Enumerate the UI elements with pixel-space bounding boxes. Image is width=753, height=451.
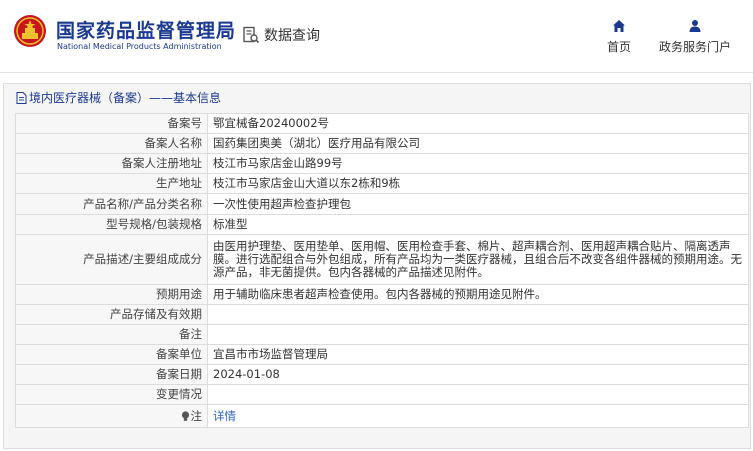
field-value <box>207 324 749 345</box>
table-row: 预期用途 用于辅助临床患者超声检查使用。包内各器械的预期用途见附件。 <box>15 284 749 305</box>
panel-title-text: 境内医疗器械（备案）——基本信息 <box>29 91 222 105</box>
note-label-text: 注 <box>190 408 203 423</box>
field-label: 产品名称/产品分类名称 <box>15 193 208 215</box>
data-query-label: 数据查询 <box>264 28 320 44</box>
field-label: 生产地址 <box>15 173 208 194</box>
document-icon <box>16 91 27 104</box>
field-value: 鄂宜械备20240002号 <box>207 113 749 134</box>
site-header: 国家药品监督管理局 National Medical Products Admi… <box>0 0 753 73</box>
national-emblem-icon <box>14 15 46 47</box>
field-label: 型号规格/包装规格 <box>15 214 208 235</box>
user-icon <box>689 20 701 32</box>
nav-home-label: 首页 <box>606 40 631 54</box>
table-row: 注 详情 <box>15 404 749 428</box>
field-label: 备注 <box>15 324 208 345</box>
brand-title-cn[interactable]: 国家药品监督管理局 <box>56 16 236 43</box>
field-value: 2024-01-08 <box>207 364 749 385</box>
data-query-heading: 数据查询 <box>242 25 320 45</box>
field-value: 由医用护理垫、医用垫单、医用帽、医用检查手套、棉片、超声耦合剂、医用超声耦合贴片… <box>207 234 749 285</box>
table-row: 备案人名称 国药集团奥美（湖北）医疗用品有限公司 <box>15 133 749 154</box>
table-row: 生产地址 枝江市马家店金山大道以东2栋和9栋 <box>15 173 749 194</box>
field-value: 详情 <box>207 404 749 428</box>
field-value: 国药集团奥美（湖北）医疗用品有限公司 <box>207 133 749 154</box>
table-row: 备案号 鄂宜械备20240002号 <box>15 113 749 134</box>
table-row: 备案单位 宜昌市市场监督管理局 <box>15 344 749 365</box>
field-value: 枝江市马家店金山大道以东2栋和9栋 <box>207 173 749 194</box>
field-value <box>207 304 749 325</box>
field-value: 一次性使用超声检查护理包 <box>207 193 749 215</box>
field-label: 变更情况 <box>15 384 208 405</box>
table-row: 型号规格/包装规格 标准型 <box>15 214 749 235</box>
nav-gov-services-label: 政务服务门户 <box>658 40 731 54</box>
table-row: 产品名称/产品分类名称 一次性使用超声检查护理包 <box>15 193 749 215</box>
field-value: 用于辅助临床患者超声检查使用。包内各器械的预期用途见附件。 <box>207 284 749 305</box>
field-value: 宜昌市市场监督管理局 <box>207 344 749 365</box>
record-detail-panel: 境内医疗器械（备案）——基本信息 备案号 鄂宜械备20240002号 备案人名称… <box>3 83 751 449</box>
home-icon <box>613 20 625 32</box>
table-row: 备案人注册地址 枝江市马家店金山路99号 <box>15 153 749 174</box>
field-label: 产品描述/主要组成成分 <box>15 234 208 285</box>
table-row: 备案日期 2024-01-08 <box>15 364 749 385</box>
brand-title-en[interactable]: National Medical Products Administration <box>57 42 222 51</box>
note-label: 注 <box>15 404 208 428</box>
record-info-table: 备案号 鄂宜械备20240002号 备案人名称 国药集团奥美（湖北）医疗用品有限… <box>15 113 749 428</box>
details-link[interactable]: 详情 <box>213 409 236 423</box>
field-label: 备案日期 <box>15 364 208 385</box>
field-label: 预期用途 <box>15 284 208 305</box>
nav-gov-services[interactable]: 政务服务门户 <box>656 19 734 55</box>
field-label: 产品存储及有效期 <box>15 304 208 325</box>
field-value: 标准型 <box>207 214 749 235</box>
field-value <box>207 384 749 405</box>
lightbulb-icon <box>181 410 189 421</box>
field-label: 备案号 <box>15 113 208 134</box>
field-label: 备案人名称 <box>15 133 208 154</box>
field-value: 枝江市马家店金山路99号 <box>207 153 749 174</box>
field-label: 备案单位 <box>15 344 208 365</box>
table-row: 变更情况 <box>15 384 749 405</box>
nav-home[interactable]: 首页 <box>604 19 634 55</box>
table-row: 产品描述/主要组成成分 由医用护理垫、医用垫单、医用帽、医用检查手套、棉片、超声… <box>15 234 749 285</box>
data-query-icon <box>243 26 260 44</box>
field-label: 备案人注册地址 <box>15 153 208 174</box>
table-row: 备注 <box>15 324 749 345</box>
panel-title: 境内医疗器械（备案）——基本信息 <box>16 89 221 106</box>
table-row: 产品存储及有效期 <box>15 304 749 325</box>
